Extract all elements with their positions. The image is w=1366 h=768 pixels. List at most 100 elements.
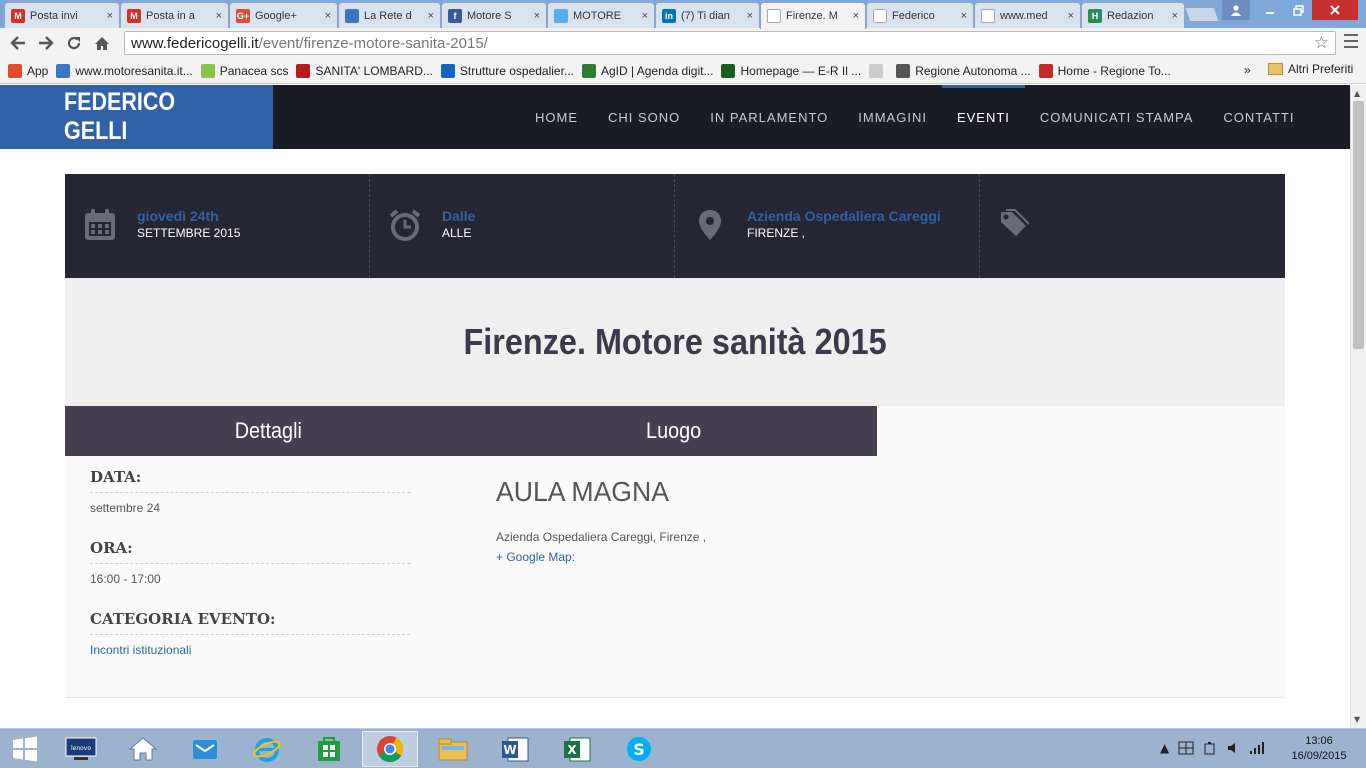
tab-close-icon[interactable]: × — [747, 10, 753, 22]
venue-block: AULA MAGNA Azienda Ospedaliera Careggi, … — [496, 476, 706, 564]
address-bar[interactable]: www.federicogelli.it/event/firenze-motor… — [124, 31, 1336, 55]
tray-expand-icon[interactable]: ▲ — [1160, 741, 1169, 755]
google-map-link[interactable]: + Google Map: — [496, 550, 706, 564]
chrome-menu-icon[interactable] — [1344, 34, 1358, 48]
reload-button[interactable] — [60, 29, 88, 57]
lenovo-icon[interactable]: lenovo — [53, 731, 109, 767]
internet-explorer-icon[interactable] — [239, 731, 295, 767]
scroll-down-arrow-icon[interactable]: ▼ — [1354, 715, 1360, 724]
bookmark-item[interactable]: App — [8, 63, 48, 78]
tab-close-icon[interactable]: × — [428, 10, 434, 22]
nav-item-home[interactable]: HOME — [520, 85, 593, 149]
tab-close-icon[interactable]: × — [853, 10, 859, 22]
restore-button[interactable] — [1284, 0, 1312, 20]
event-details-list: DATA: settembre 24 ORA: 16:00 - 17:00 CA… — [90, 468, 410, 681]
gmail-icon: M — [11, 8, 25, 23]
nav-item-comunicati-stampa[interactable]: COMUNICATI STAMPA — [1025, 85, 1209, 149]
close-window-button[interactable] — [1312, 0, 1358, 20]
bookmark-item[interactable]: AgID | Agenda digit... — [581, 63, 713, 78]
browser-tab[interactable]: f Motore S × — [441, 2, 547, 28]
tab-close-icon[interactable]: × — [1068, 10, 1074, 22]
chrome-taskbar-icon[interactable] — [362, 731, 418, 767]
file-explorer-icon[interactable] — [425, 731, 481, 767]
browser-tab[interactable]: G+ Google+ × — [229, 2, 338, 28]
scrollbar-thumb[interactable] — [1353, 101, 1364, 349]
bookmarks-overflow-button[interactable]: » — [1244, 63, 1251, 77]
browser-tab[interactable]: H Redazion × — [1081, 2, 1185, 28]
tags-icon — [998, 208, 1032, 242]
new-tab-button[interactable] — [1184, 7, 1220, 22]
tab-close-icon[interactable]: × — [961, 10, 967, 22]
browser-tab[interactable]: Firenze. M × — [760, 2, 866, 29]
event-title-block: Firenze. Motore sanità 2015 — [65, 278, 1285, 406]
user-profile-icon[interactable] — [1222, 0, 1250, 20]
browser-tab[interactable]: www.med × — [974, 2, 1081, 28]
browser-tab-strip: M Posta invi × M Posta in a × G+ Google+ × La Ret… — [0, 0, 1366, 29]
bookmark-item[interactable]: SANITA' LOMBARD... — [296, 63, 433, 78]
nav-item-contatti[interactable]: CONTATTI — [1208, 85, 1309, 149]
network-signal-icon[interactable] — [1249, 741, 1265, 755]
event-info-cell: giovedì 24th SETTEMBRE 2015 — [65, 174, 370, 278]
event-info-cell — [980, 174, 1285, 278]
bookmark-item[interactable]: Home - Regione To... — [1038, 63, 1171, 78]
tab-close-icon[interactable]: × — [534, 10, 540, 22]
mail-icon[interactable] — [177, 731, 233, 767]
tab-close-icon[interactable]: × — [1172, 10, 1178, 22]
browser-tab[interactable]: in (7) Ti dian × — [655, 2, 760, 28]
bookmark-label: Home - Regione To... — [1057, 63, 1171, 78]
bookmark-item[interactable]: Panacea scs — [200, 63, 288, 78]
browser-tab[interactable]: M Posta in a × — [120, 2, 229, 28]
browser-tab[interactable]: Federico × — [866, 2, 974, 28]
back-button[interactable] — [4, 29, 32, 57]
bookmarks-bar: App www.motoresanita.it... Panacea scs SANI… — [0, 58, 1366, 84]
bookmark-item[interactable]: Strutture ospedalier... — [440, 63, 574, 78]
site-header: FEDERICO GELLI HOME CHI SONO IN PARLAMENTO… — [0, 85, 1350, 149]
nav-item-immagini[interactable]: IMMAGINI — [843, 85, 942, 149]
bookmark-item[interactable] — [869, 63, 888, 78]
forward-button[interactable] — [32, 29, 60, 57]
home-button[interactable] — [88, 29, 116, 57]
bookmark-favicon-icon — [896, 63, 911, 78]
svg-text:lenovo: lenovo — [71, 745, 91, 752]
twitter-icon — [554, 8, 568, 23]
taskbar-clock[interactable]: 13:06 16/09/2015 — [1288, 734, 1350, 764]
category-link[interactable]: Incontri istituzionali — [90, 643, 410, 657]
browser-tab[interactable]: La Rete d × — [338, 2, 441, 28]
linkedin-icon: in — [662, 8, 676, 23]
tab-close-icon[interactable]: × — [107, 10, 113, 22]
nav-item-chi-sono[interactable]: CHI SONO — [593, 85, 695, 149]
bookmark-item[interactable]: Homepage — E-R Il ... — [721, 63, 861, 78]
site-logo[interactable]: FEDERICO GELLI — [0, 85, 273, 149]
excel-icon[interactable]: X — [549, 731, 605, 767]
event-info-cell: Azienda Ospedaliera Careggi FIRENZE , — [675, 174, 980, 278]
nav-item-in-parlamento[interactable]: IN PARLAMENTO — [695, 85, 843, 149]
svg-text:W: W — [503, 743, 516, 757]
word-icon[interactable]: W — [487, 731, 543, 767]
tab-close-icon[interactable]: × — [216, 10, 222, 22]
bookmark-favicon-icon — [200, 63, 215, 78]
bookmark-item[interactable]: Regione Autonoma ... — [896, 63, 1031, 78]
volume-icon[interactable] — [1226, 741, 1240, 755]
tab-close-icon[interactable]: × — [642, 10, 648, 22]
browser-tab[interactable]: M Posta invi × — [4, 2, 120, 28]
other-bookmarks-folder[interactable]: Altri Preferiti — [1268, 62, 1353, 76]
home-icon[interactable] — [115, 731, 171, 767]
event-info-primary[interactable]: Azienda Ospedaliera Careggi — [747, 208, 941, 224]
nav-item-eventi[interactable]: EVENTI — [941, 85, 1025, 149]
bookmark-star-icon[interactable]: ☆ — [1314, 33, 1329, 53]
browser-tab[interactable]: MOTORE × — [547, 2, 655, 28]
other-bookmarks-label: Altri Preferiti — [1288, 62, 1354, 76]
bookmark-label: Strutture ospedalier... — [459, 63, 574, 78]
scroll-up-arrow-icon[interactable]: ▲ — [1354, 89, 1360, 98]
windows-store-icon[interactable] — [301, 731, 357, 767]
tab-close-icon[interactable]: × — [325, 10, 331, 22]
power-icon[interactable] — [1203, 741, 1217, 755]
action-center-icon[interactable] — [1178, 741, 1194, 755]
minimize-button[interactable] — [1256, 0, 1284, 20]
bookmark-favicon-icon — [1038, 63, 1053, 78]
bookmark-item[interactable]: www.motoresanita.it... — [56, 63, 193, 78]
page-scrollbar[interactable]: ▲ ▼ — [1350, 85, 1366, 728]
window-controls — [1222, 0, 1358, 20]
skype-icon[interactable]: S — [611, 731, 667, 767]
windows-start-icon[interactable] — [0, 731, 50, 767]
